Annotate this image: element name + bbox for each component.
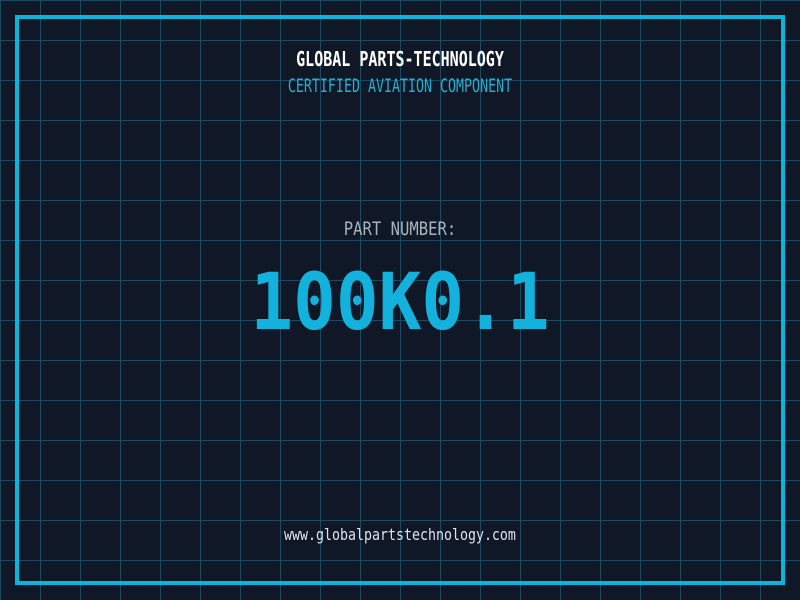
company-name: GLOBAL PARTS-TECHNOLOGY [296,47,504,71]
part-number-value: 100K0.1 [250,258,550,348]
part-label-canvas: GLOBAL PARTS-TECHNOLOGY CERTIFIED AVIATI… [0,0,800,600]
certification-tagline: CERTIFIED AVIATION COMPONENT [287,75,513,97]
website-url: www.globalpartstechnology.com [284,525,516,544]
part-number-label: PART NUMBER: [343,218,457,240]
